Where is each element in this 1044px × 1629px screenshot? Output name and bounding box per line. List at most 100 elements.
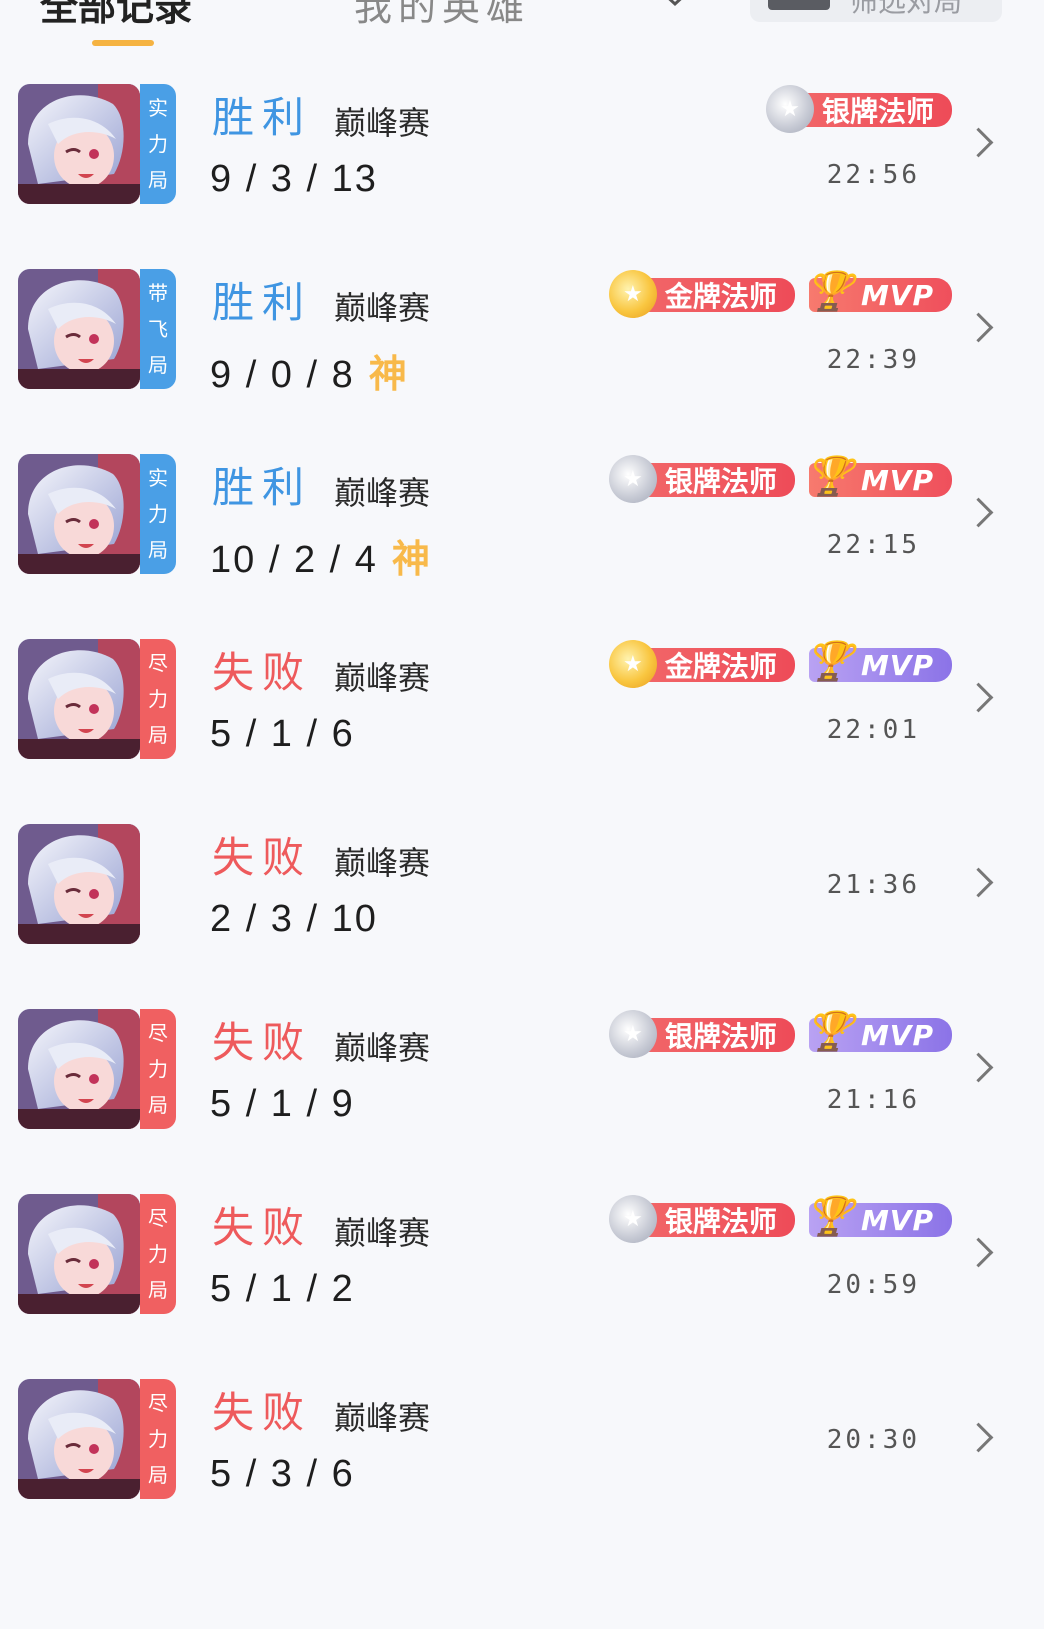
performance-tag-char: 尽 bbox=[148, 1021, 168, 1045]
chevron-right-icon[interactable] bbox=[968, 1049, 994, 1089]
match-time: 22:01 bbox=[826, 715, 920, 745]
mvp-badge: 🏆 MVP bbox=[806, 269, 952, 313]
rank-badge: ★ 银牌法师 bbox=[608, 1010, 795, 1058]
chevron-right-icon[interactable] bbox=[968, 124, 994, 164]
hero-avatar-group: 带飞局 bbox=[18, 269, 176, 389]
chevron-right-icon[interactable] bbox=[968, 864, 994, 904]
match-result: 胜利 bbox=[212, 278, 313, 327]
game-mode: 巅峰赛 bbox=[334, 1399, 431, 1437]
tab-my-heroes[interactable]: 我的英雄 bbox=[354, 0, 530, 31]
kda-score: 2 / 3 / 10 bbox=[210, 898, 378, 941]
hero-avatar-group: 尽力局 bbox=[18, 1009, 176, 1129]
hero-avatar bbox=[18, 1194, 140, 1314]
performance-tag-char: 尽 bbox=[148, 651, 168, 675]
performance-tag-char: 局 bbox=[148, 723, 168, 747]
hero-avatar-group: 尽力局 bbox=[18, 1379, 176, 1499]
performance-tag-char: 力 bbox=[148, 502, 168, 526]
rank-badge: ★ 金牌法师 bbox=[608, 640, 795, 688]
mvp-badge-label: MVP bbox=[860, 278, 934, 312]
chevron-right-icon[interactable] bbox=[968, 1419, 994, 1459]
match-result: 失败 bbox=[212, 1203, 313, 1252]
chevron-right-icon[interactable] bbox=[968, 309, 994, 349]
hero-avatar-group: 尽力局 bbox=[18, 639, 176, 759]
match-row[interactable]: 失败 巅峰赛 2 / 3 / 10 21:36 bbox=[0, 802, 1044, 994]
match-time: 21:16 bbox=[826, 1085, 920, 1115]
performance-tag-char: 力 bbox=[148, 1057, 168, 1081]
trophy-icon: 🏆 bbox=[805, 638, 855, 683]
kda-value: 9 / 3 / 13 bbox=[210, 158, 378, 200]
performance-tag: 尽力局 bbox=[140, 639, 176, 759]
performance-tag-char: 实 bbox=[148, 466, 168, 490]
game-mode: 巅峰赛 bbox=[334, 1029, 431, 1067]
match-row[interactable]: 尽力局失败 巅峰赛 5 / 3 / 6 20:30 bbox=[0, 1357, 1044, 1549]
chevron-right-icon[interactable] bbox=[968, 679, 994, 719]
medal-icon: ★ bbox=[608, 1010, 657, 1058]
match-row[interactable]: 带飞局胜利 巅峰赛 9 / 0 / 8 神 ★ 金牌法师 🏆 MVP 22:39 bbox=[0, 247, 1044, 439]
match-row[interactable]: 实力局胜利 巅峰赛 10 / 2 / 4神 ★ 银牌法师 🏆 MVP 22:15 bbox=[0, 432, 1044, 624]
game-mode: 巅峰赛 bbox=[334, 659, 431, 697]
hero-avatar-group: 实力局 bbox=[18, 454, 176, 574]
performance-tag-char: 尽 bbox=[148, 1206, 168, 1230]
rank-badge-label: 银牌法师 bbox=[664, 1020, 777, 1053]
performance-tag-char: 飞 bbox=[148, 317, 168, 341]
trophy-icon: 🏆 bbox=[805, 268, 855, 313]
rank-badge: ★ 银牌法师 bbox=[765, 85, 952, 133]
medal-icon: ★ bbox=[608, 270, 657, 318]
chevron-right-icon[interactable] bbox=[968, 1234, 994, 1274]
kda-value: 9 / 0 / 8 bbox=[210, 354, 355, 396]
rank-badge: ★ 银牌法师 bbox=[608, 1195, 795, 1243]
honor-badges: ★ 金牌法师 🏆 MVP bbox=[608, 269, 952, 318]
match-time: 22:39 bbox=[826, 345, 920, 375]
rank-badge-label: 银牌法师 bbox=[821, 95, 934, 128]
performance-tag: 尽力局 bbox=[140, 1194, 176, 1314]
performance-tag-char: 实 bbox=[148, 96, 168, 120]
performance-tag: 带飞局 bbox=[140, 269, 176, 389]
kda-score: 9 / 3 / 13 bbox=[210, 158, 378, 201]
tab-all-records[interactable]: 全部记录 bbox=[40, 0, 192, 31]
godlike-badge: 神 bbox=[368, 354, 407, 396]
chevron-right-icon[interactable] bbox=[968, 494, 994, 534]
match-result: 失败 bbox=[212, 648, 313, 697]
mvp-badge-label: MVP bbox=[860, 1018, 934, 1052]
medal-icon: ★ bbox=[608, 1195, 657, 1243]
match-row[interactable]: 尽力局失败 巅峰赛 5 / 1 / 6 ★ 金牌法师 🏆 MVP 22:01 bbox=[0, 617, 1044, 809]
game-mode: 巅峰赛 bbox=[334, 474, 431, 512]
trophy-icon: 🏆 bbox=[805, 1193, 855, 1238]
game-mode: 巅峰赛 bbox=[334, 104, 431, 142]
filter-button[interactable]: 筛选对局 bbox=[750, 0, 1002, 22]
performance-tag: 尽力局 bbox=[140, 1379, 176, 1499]
mvp-badge-label: MVP bbox=[860, 1203, 934, 1237]
performance-tag-char: 力 bbox=[148, 132, 168, 156]
match-result: 失败 bbox=[212, 1018, 313, 1067]
performance-tag-char: 局 bbox=[148, 353, 168, 377]
performance-tag-char: 力 bbox=[148, 687, 168, 711]
performance-tag: 实力局 bbox=[140, 84, 176, 204]
performance-tag-char: 力 bbox=[148, 1427, 168, 1451]
kda-score: 5 / 1 / 6 bbox=[210, 713, 355, 756]
honor-badges: ★ 银牌法师 🏆 MVP bbox=[608, 1009, 952, 1058]
performance-tag-char: 局 bbox=[148, 1093, 168, 1117]
hero-avatar bbox=[18, 1379, 140, 1499]
top-tab-bar: 全部记录 我的英雄 筛选对局 bbox=[0, 0, 1044, 60]
kda-score: 10 / 2 / 4 神 bbox=[210, 528, 430, 583]
match-row[interactable]: 尽力局失败 巅峰赛 5 / 1 / 9 ★ 银牌法师 🏆 MVP 21:16 bbox=[0, 987, 1044, 1179]
rank-badge-label: 金牌法师 bbox=[664, 650, 777, 683]
kda-value: 2 / 3 / 10 bbox=[210, 898, 378, 940]
match-time: 22:15 bbox=[826, 530, 920, 560]
honor-badges: ★ 金牌法师 🏆 MVP bbox=[608, 639, 952, 688]
chevron-down-icon[interactable] bbox=[660, 0, 690, 10]
mvp-badge-label: MVP bbox=[860, 648, 934, 682]
game-mode: 巅峰赛 bbox=[334, 289, 431, 327]
performance-tag-char: 力 bbox=[148, 1242, 168, 1266]
match-result: 胜利 bbox=[212, 93, 313, 142]
mvp-badge: 🏆 MVP bbox=[806, 1194, 952, 1238]
match-row[interactable]: 尽力局失败 巅峰赛 5 / 1 / 2 ★ 银牌法师 🏆 MVP 20:59 bbox=[0, 1172, 1044, 1364]
match-row[interactable]: 实力局胜利 巅峰赛 9 / 3 / 13 ★ 银牌法师 22:56 bbox=[0, 62, 1044, 254]
kda-value: 10 / 2 / 4 bbox=[210, 539, 378, 581]
filter-icon bbox=[768, 0, 830, 10]
hero-avatar bbox=[18, 454, 140, 574]
game-mode: 巅峰赛 bbox=[334, 1214, 431, 1252]
kda-score: 5 / 3 / 6 bbox=[210, 1453, 355, 1496]
kda-score: 5 / 1 / 9 bbox=[210, 1083, 355, 1126]
honor-badges: ★ 银牌法师 🏆 MVP bbox=[608, 1194, 952, 1243]
